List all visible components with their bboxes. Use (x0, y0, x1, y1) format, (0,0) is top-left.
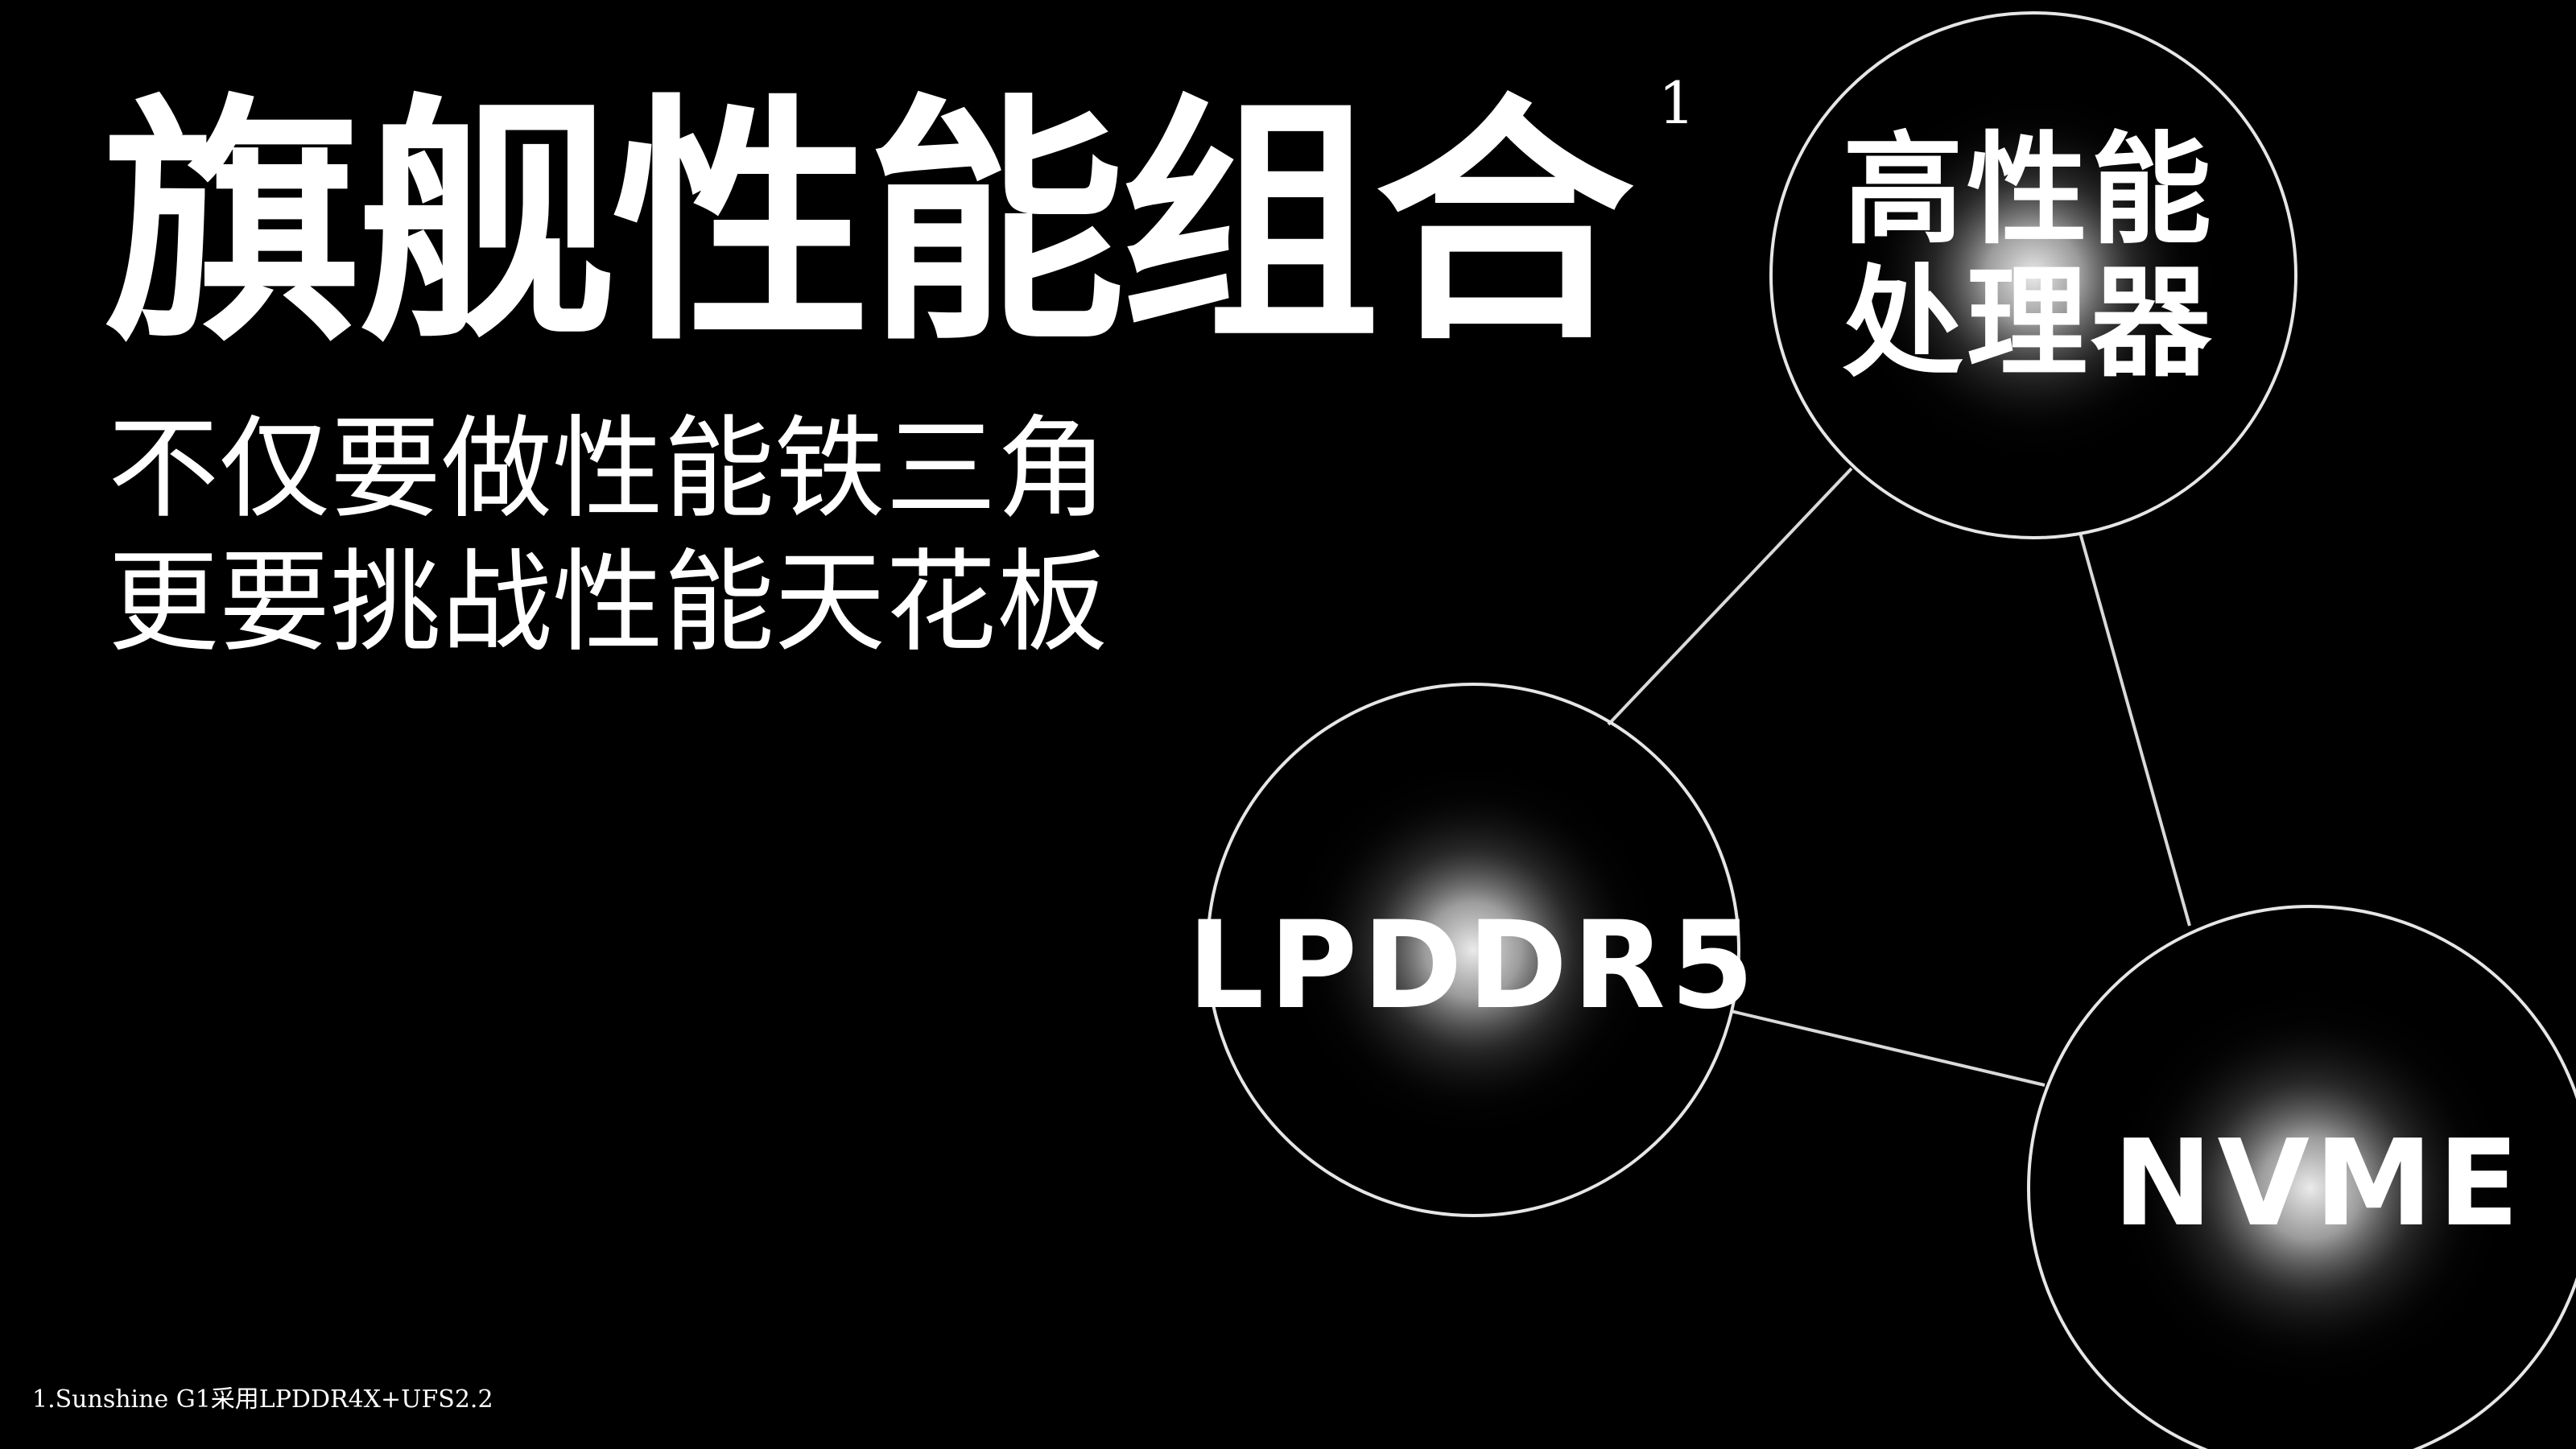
cpu-node-label: 高性能 处理器 (1771, 113, 2286, 402)
cpu-node-label-line-2: 处理器 (1842, 254, 2215, 394)
connector-cpu-storage (2079, 532, 2191, 927)
connector-cpu-memory (1607, 467, 1853, 726)
footnote-text: 1.Sunshine G1采用LPDDR4X+UFS2.2 (32, 1385, 493, 1414)
memory-node-label: LPDDR5 (1187, 896, 1760, 1036)
storage-node-label: NVME (2112, 1114, 2524, 1253)
connector-memory-storage (1730, 1009, 2046, 1087)
cpu-node-label-line-1: 高性能 (1842, 121, 2215, 261)
